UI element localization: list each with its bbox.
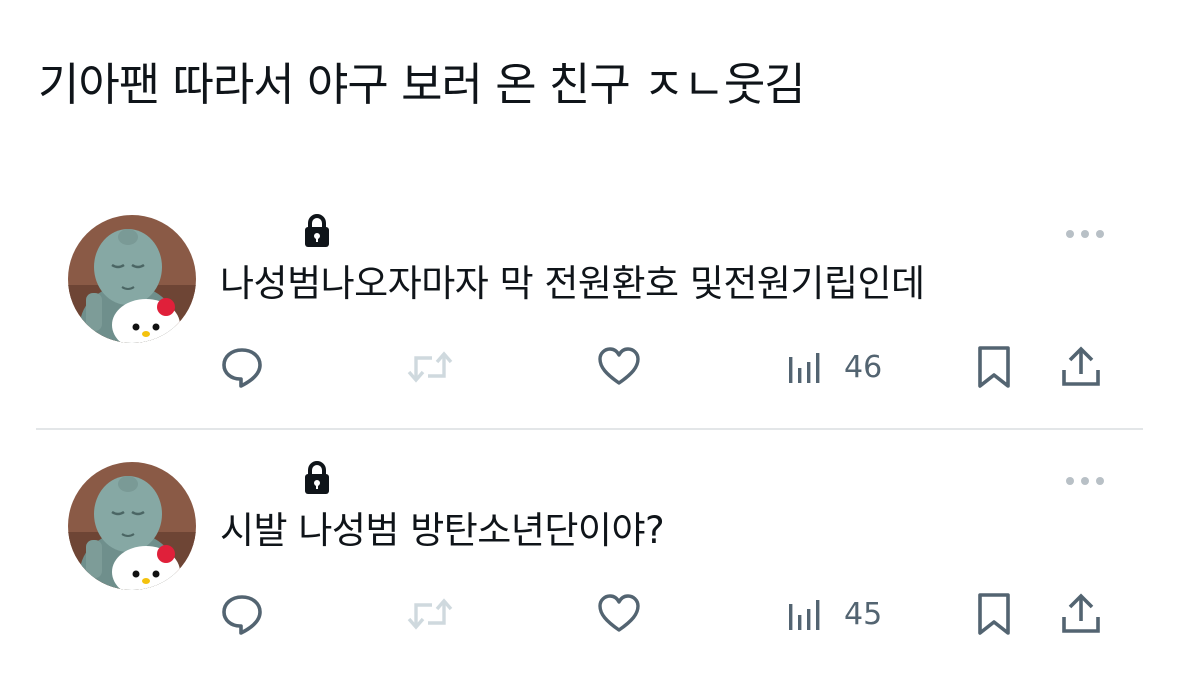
views-icon: [786, 594, 826, 634]
share-icon: [1058, 591, 1104, 637]
like-button[interactable]: [596, 590, 642, 638]
views-icon: [786, 347, 826, 387]
tweet[interactable]: 시발 나성범 방탄소년단이야? 45: [0, 452, 1179, 667]
lock-icon: [302, 460, 332, 496]
more-options-icon[interactable]: [1064, 225, 1106, 238]
share-icon: [1058, 344, 1104, 390]
heart-icon: [596, 591, 642, 637]
tweet-text: 나성범나오자마자 막 전원환호 및전원기립인데: [220, 262, 925, 305]
bookmark-button[interactable]: [974, 590, 1014, 638]
page-title: 기아팬 따라서 야구 보러 온 친구 ㅈㄴ웃김: [38, 58, 806, 111]
views-count: 45: [844, 596, 883, 632]
retweet-icon: [404, 591, 456, 637]
avatar[interactable]: [68, 462, 196, 590]
reply-button[interactable]: [219, 343, 265, 391]
bookmark-icon: [974, 344, 1014, 390]
retweet-button[interactable]: [404, 590, 456, 638]
tweet[interactable]: 나성범나오자마자 막 전원환호 및전원기립인데 46: [0, 205, 1179, 420]
bookmark-button[interactable]: [974, 343, 1014, 391]
bookmark-icon: [974, 591, 1014, 637]
reply-button[interactable]: [219, 590, 265, 638]
reply-icon: [219, 591, 265, 637]
share-button[interactable]: [1058, 590, 1104, 638]
more-options-icon[interactable]: [1064, 472, 1106, 485]
reply-icon: [219, 344, 265, 390]
lock-icon: [302, 213, 332, 249]
retweet-button[interactable]: [404, 343, 456, 391]
views-count: 46: [844, 349, 883, 385]
retweet-icon: [404, 344, 456, 390]
views-button[interactable]: 46: [786, 343, 882, 391]
share-button[interactable]: [1058, 343, 1104, 391]
heart-icon: [596, 344, 642, 390]
divider: [36, 428, 1143, 430]
tweet-text: 시발 나성범 방탄소년단이야?: [220, 509, 665, 552]
like-button[interactable]: [596, 343, 642, 391]
views-button[interactable]: 45: [786, 590, 882, 638]
avatar[interactable]: [68, 215, 196, 343]
